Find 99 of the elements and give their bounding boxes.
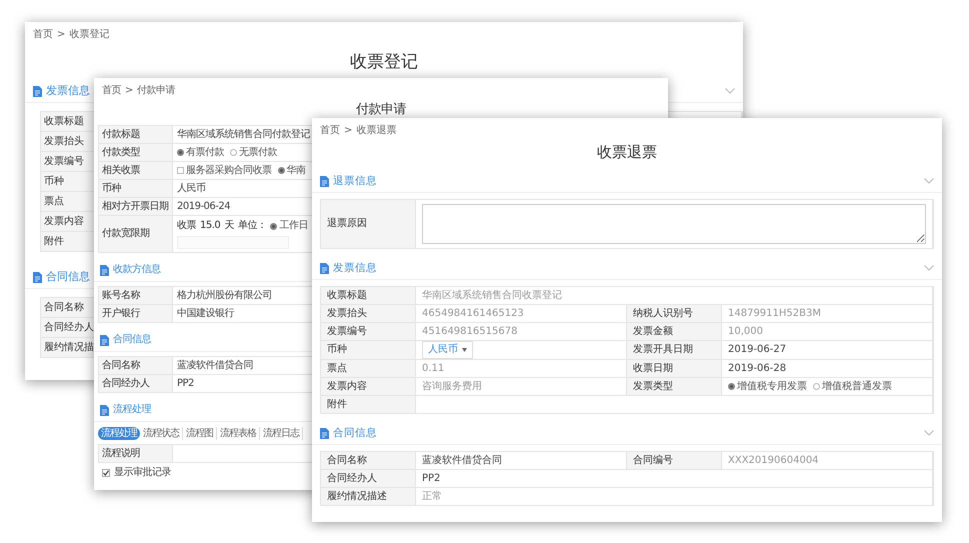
breadcrumb-current: 收票退票	[356, 124, 396, 138]
document-icon	[33, 86, 42, 97]
label-cell: 账号名称	[99, 287, 173, 304]
label-cell: 合同名称	[99, 357, 173, 374]
label-cell: 开户银行	[99, 305, 173, 322]
breadcrumb-separator: >	[344, 124, 352, 138]
label-cell: 相对方开票日期	[99, 198, 173, 215]
label-cell: 发票抬头	[321, 305, 416, 322]
document-icon	[100, 334, 109, 346]
label-cell: 履约情况描述	[321, 488, 416, 505]
label-cell: 发票金额	[627, 323, 722, 340]
radio-button[interactable]: 工作日	[270, 219, 308, 233]
chevron-icon[interactable]	[725, 88, 735, 94]
label-cell: 发票内容	[321, 378, 416, 395]
label-cell: 相关收票	[99, 162, 173, 179]
tab[interactable]: 流程日志	[260, 427, 303, 440]
field-value: 正常	[422, 490, 442, 504]
checkbox[interactable]: 服务器采购合同收票	[177, 164, 272, 178]
label-cell: 币种	[99, 180, 173, 197]
tab[interactable]: 流程处理	[98, 427, 140, 440]
field-value: 2019-06-27	[728, 343, 786, 357]
field-value: 10,000	[728, 324, 763, 338]
radio-button[interactable]: 增值税专用发票	[728, 380, 807, 394]
label-cell: 纳税人识别号	[627, 305, 722, 322]
field-value: XXX20190604004	[728, 454, 819, 468]
label-cell: 合同编号	[627, 452, 722, 469]
label-cell: 发票类型	[627, 378, 722, 395]
reason-input[interactable]	[422, 204, 926, 244]
document-icon	[320, 176, 329, 186]
field-value: 华南区域系统销售合同收票登记	[422, 288, 562, 302]
field-value: 天	[224, 219, 234, 233]
chevron-icon[interactable]	[924, 430, 934, 436]
field-value: 人民币	[177, 182, 206, 196]
page-title: 收票退票	[597, 143, 657, 161]
field-value: 蓝凌软件借贷合同	[177, 358, 253, 372]
document-icon	[100, 404, 109, 416]
field-value: 4654984161465123	[422, 306, 524, 320]
label-cell: 退票原因	[321, 200, 416, 248]
breadcrumb-separator: >	[125, 84, 133, 98]
label-cell: 收票日期	[627, 360, 722, 377]
label-cell: 合同经办人	[99, 375, 173, 392]
field-value: 15.0	[200, 219, 220, 233]
radio-button[interactable]: 增值税普通发票	[813, 380, 892, 394]
label-cell: 币种	[321, 341, 416, 359]
chevron-icon[interactable]	[924, 265, 934, 271]
field-value: 中国建设银行	[177, 306, 234, 320]
page-title: 收票登记	[350, 52, 418, 72]
field-value: PP2	[177, 376, 194, 390]
tab[interactable]: 流程表格	[217, 427, 260, 440]
section-title: 流程处理	[113, 403, 151, 417]
field-value: 华南区域系统销售合同付款登记	[177, 128, 310, 142]
field-value: 14879911H52B3M	[728, 306, 821, 320]
section-title: 合同信息	[333, 426, 377, 440]
radio-button[interactable]: 华南	[278, 164, 306, 178]
label-cell: 票点	[321, 360, 416, 377]
dropdown[interactable]: 人民币	[422, 341, 473, 359]
label-cell: 流程说明	[99, 445, 173, 462]
breadcrumb-current: 收票登记	[69, 28, 110, 42]
field-value: 咨询服务费用	[422, 380, 482, 394]
field-value: 收票	[177, 219, 196, 233]
radio-button[interactable]: 有票付款	[177, 146, 224, 160]
tab[interactable]: 流程状态	[140, 427, 183, 440]
section-title: 退票信息	[333, 174, 377, 188]
section-title: 合同信息	[46, 270, 90, 284]
section-title: 发票信息	[46, 84, 90, 98]
tab[interactable]: 流程图	[183, 427, 217, 440]
label-cell: 合同名称	[321, 452, 416, 469]
field-value: PP2	[422, 472, 440, 486]
section-title: 发票信息	[333, 261, 377, 275]
field-value: 451649816515678	[422, 324, 518, 338]
section-title: 收款方信息	[113, 263, 160, 277]
breadcrumb-link[interactable]: 首页	[102, 84, 121, 98]
field-value: 蓝凌软件借贷合同	[422, 454, 502, 468]
document-icon	[100, 264, 109, 276]
field-value: 2019-06-28	[728, 362, 786, 376]
label-cell: 附件	[321, 396, 416, 413]
label-cell: 发票编号	[321, 323, 416, 340]
label-cell: 收票标题	[321, 287, 416, 304]
page-title: 付款申请	[356, 102, 406, 118]
radio-button[interactable]: 无票付款	[230, 146, 277, 160]
breadcrumb-current: 付款申请	[136, 84, 175, 98]
document-icon	[320, 262, 329, 274]
check-icon	[103, 470, 109, 476]
field-value: 0.11	[422, 362, 444, 376]
document-icon	[320, 428, 329, 438]
label-cell: 合同经办人	[321, 470, 416, 487]
field-value: 2019-06-24	[177, 200, 230, 214]
label-cell: 发票开具日期	[627, 341, 722, 359]
breadcrumb-link[interactable]: 首页	[33, 28, 53, 42]
chevron-icon[interactable]	[924, 178, 934, 184]
document-icon	[33, 272, 42, 283]
field-value: 格力杭州股份有限公司	[177, 288, 272, 302]
caret-icon	[462, 348, 467, 352]
label-cell: 付款类型	[99, 144, 173, 161]
breadcrumb-link[interactable]: 首页	[320, 124, 340, 138]
breadcrumb-separator: >	[57, 28, 66, 42]
label-cell: 付款标题	[99, 126, 173, 143]
field-value: 单位：	[238, 219, 266, 233]
checkbox[interactable]: 显示审批记录	[102, 466, 171, 480]
